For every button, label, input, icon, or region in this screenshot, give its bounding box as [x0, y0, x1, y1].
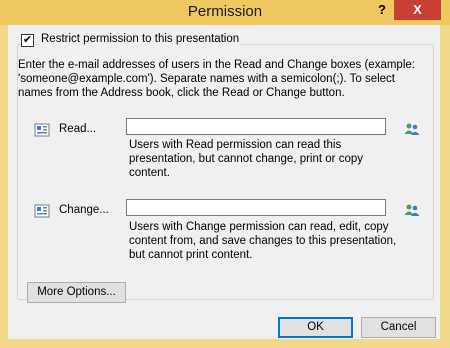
cancel-button[interactable]: Cancel: [361, 317, 436, 338]
checkbox-check-icon[interactable]: ✔: [21, 34, 34, 47]
change-users-input[interactable]: [126, 199, 386, 216]
ok-button[interactable]: OK: [278, 317, 353, 338]
title-bar[interactable]: Permission ? X: [0, 0, 450, 25]
address-book-icon[interactable]: [34, 123, 50, 137]
address-book-icon[interactable]: [34, 204, 50, 218]
people-icon[interactable]: [404, 122, 420, 136]
change-button[interactable]: Change...: [59, 204, 109, 216]
instructions-text: Enter the e-mail addresses of users in t…: [18, 59, 415, 99]
permission-dialog: Permission ? X ✔ Restrict permission to …: [0, 0, 450, 348]
read-button[interactable]: Read...: [59, 123, 96, 135]
people-icon[interactable]: [404, 203, 420, 217]
change-permission-description: Users with Change permission can read, e…: [129, 221, 397, 261]
read-users-input[interactable]: [126, 118, 386, 135]
close-button[interactable]: X: [394, 0, 441, 20]
restrict-permission-label[interactable]: Restrict permission to this presentation: [39, 33, 242, 45]
dialog-body: ✔ Restrict permission to this presentati…: [8, 25, 440, 339]
more-options-button[interactable]: More Options...: [27, 282, 126, 303]
help-button[interactable]: ?: [372, 0, 392, 20]
read-permission-description: Users with Read permission can read this…: [129, 139, 363, 179]
